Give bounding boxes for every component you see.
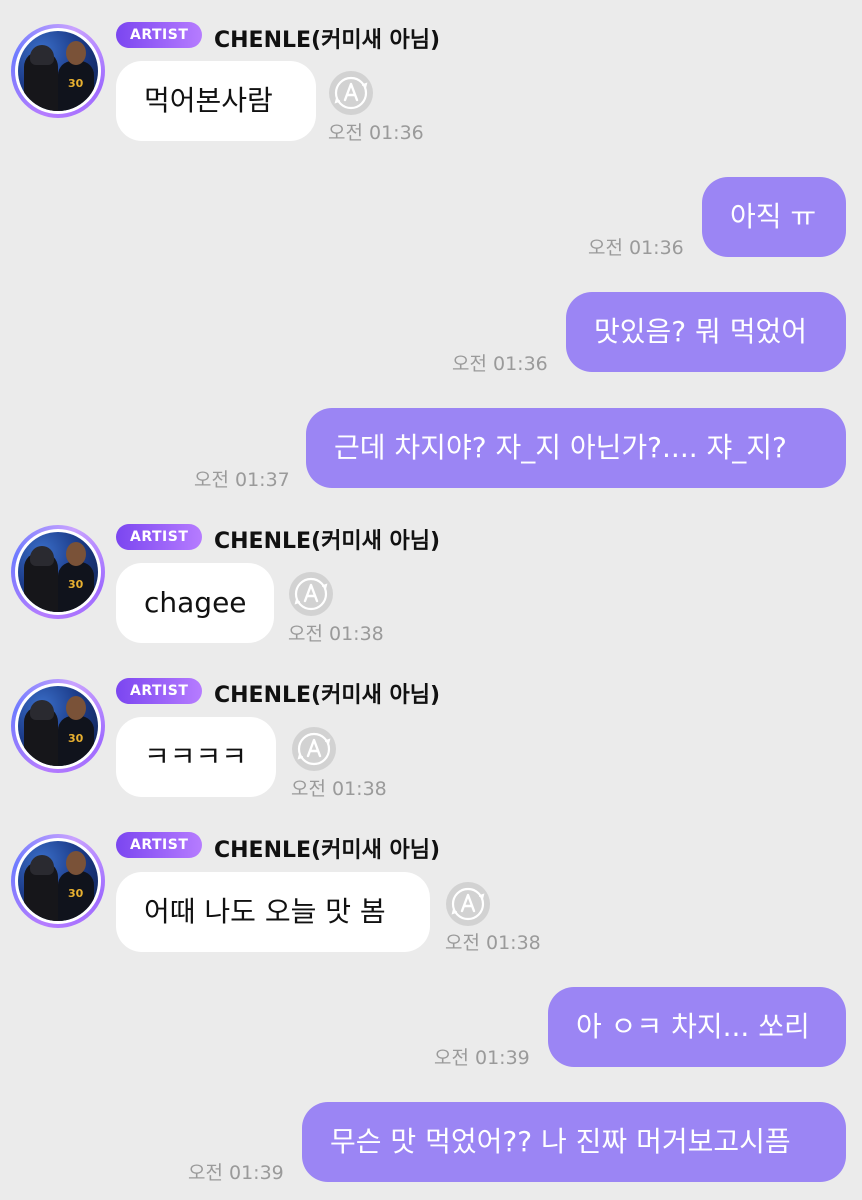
message-bubble-outgoing[interactable]: 아 ㅇㅋ 차지... 쏘리: [548, 987, 846, 1067]
translate-icon[interactable]: [328, 70, 374, 116]
message-bubble-outgoing[interactable]: 아직 ㅠ: [702, 177, 846, 257]
avatar[interactable]: 30: [11, 24, 105, 118]
message-bubble-outgoing[interactable]: 무슨 맛 먹었어?? 나 진짜 머거보고시픔: [302, 1102, 846, 1182]
avatar-jersey-number: 30: [68, 578, 84, 591]
artist-badge: ARTIST: [116, 678, 203, 704]
message-time: 오전 01:38: [288, 623, 384, 645]
avatar-photo: 30: [18, 31, 98, 111]
message-time: 오전 01:36: [452, 353, 548, 375]
sender-name: CHENLE(커미새 아님): [214, 529, 441, 554]
artist-badge: ARTIST: [116, 22, 203, 48]
message-time: 오전 01:39: [434, 1047, 530, 1069]
avatar[interactable]: 30: [11, 525, 105, 619]
message-bubble-outgoing[interactable]: 맛있음? 뭐 먹었어: [566, 292, 846, 372]
avatar[interactable]: 30: [11, 834, 105, 928]
sender-name: CHENLE(커미새 아님): [214, 683, 441, 708]
translate-icon[interactable]: [288, 571, 334, 617]
message-time: 오전 01:36: [588, 237, 684, 259]
sender-name: CHENLE(커미새 아님): [214, 838, 441, 863]
message-bubble-incoming[interactable]: chagee: [116, 563, 274, 643]
avatar[interactable]: 30: [11, 679, 105, 773]
message-bubble-incoming[interactable]: 어때 나도 오늘 맛 봄: [116, 872, 430, 952]
message-time: 오전 01:39: [188, 1162, 284, 1184]
avatar-jersey-number: 30: [68, 732, 84, 745]
message-time: 오전 01:38: [291, 778, 387, 800]
message-time: 오전 01:38: [445, 932, 541, 954]
message-bubble-outgoing[interactable]: 근데 차지야? 자_지 아닌가?.... 쟈_지?: [306, 408, 846, 488]
message-bubble-incoming[interactable]: ㅋㅋㅋㅋ: [116, 717, 276, 797]
avatar-jersey-number: 30: [68, 887, 84, 900]
message-time: 오전 01:37: [194, 469, 290, 491]
message-time: 오전 01:36: [328, 122, 424, 144]
avatar-photo: 30: [18, 532, 98, 612]
artist-badge: ARTIST: [116, 832, 203, 858]
message-bubble-incoming[interactable]: 먹어본사람: [116, 61, 316, 141]
sender-name: CHENLE(커미새 아님): [214, 28, 441, 53]
avatar-photo: 30: [18, 841, 98, 921]
avatar-jersey-number: 30: [68, 77, 84, 90]
avatar-photo: 30: [18, 686, 98, 766]
translate-icon[interactable]: [445, 881, 491, 927]
artist-badge: ARTIST: [116, 524, 203, 550]
translate-icon[interactable]: [291, 726, 337, 772]
